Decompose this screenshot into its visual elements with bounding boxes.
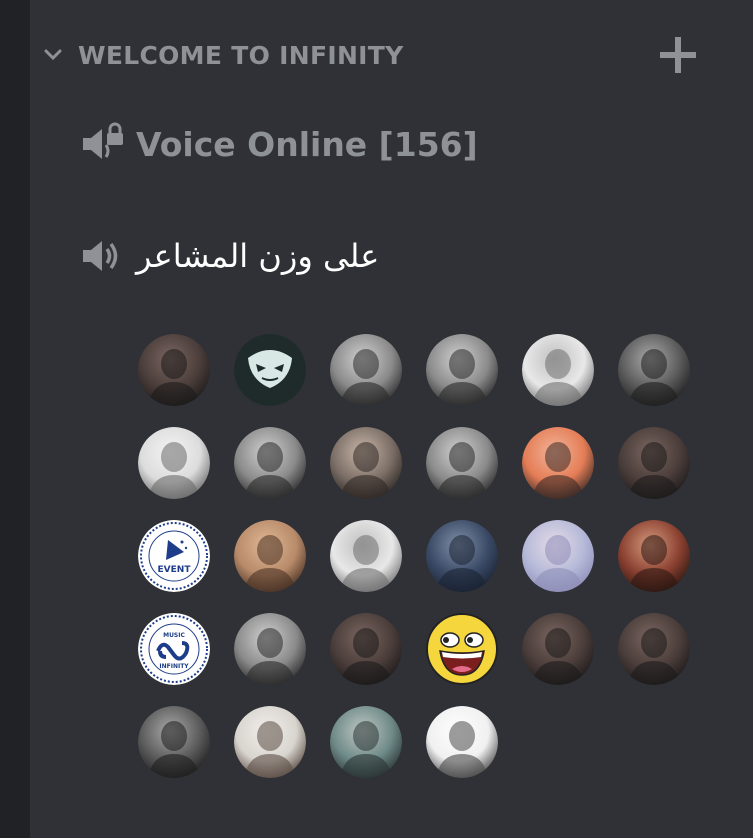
svg-text:EVENT: EVENT [158, 565, 192, 575]
category-header[interactable]: WELCOME TO INFINITY [42, 36, 702, 74]
member-avatar[interactable] [522, 427, 594, 499]
member-avatar[interactable] [234, 613, 306, 685]
member-avatar[interactable] [522, 334, 594, 406]
member-avatar[interactable] [522, 613, 594, 685]
category-name: WELCOME TO INFINITY [78, 40, 404, 70]
speaker-icon [80, 233, 126, 279]
member-avatar[interactable] [522, 520, 594, 592]
member-avatar[interactable]: EVENT [138, 520, 210, 592]
member-avatar[interactable] [330, 520, 402, 592]
member-avatar[interactable] [618, 334, 690, 406]
member-avatar[interactable] [330, 613, 402, 685]
member-avatar[interactable] [330, 334, 402, 406]
svg-text:INFINITY: INFINITY [159, 663, 189, 670]
member-avatar[interactable]: MUSIC INFINITY [138, 613, 210, 685]
member-avatar[interactable] [330, 706, 402, 778]
voice-channel-locked[interactable]: Voice Online [156] [80, 115, 478, 173]
svg-text:MUSIC: MUSIC [163, 632, 185, 639]
channel-name: Voice Online [156] [136, 124, 478, 164]
member-avatar[interactable] [234, 706, 306, 778]
add-channel-icon[interactable] [658, 35, 698, 75]
voice-channel[interactable]: على وزن المشاعر [80, 226, 379, 286]
member-avatar[interactable] [618, 427, 690, 499]
member-avatar[interactable] [426, 520, 498, 592]
member-avatar[interactable] [426, 334, 498, 406]
member-avatar[interactable] [618, 613, 690, 685]
member-avatar[interactable] [138, 427, 210, 499]
member-avatar[interactable] [234, 427, 306, 499]
speaker-lock-icon [80, 121, 126, 167]
member-avatar[interactable] [426, 706, 498, 778]
member-avatar[interactable] [618, 520, 690, 592]
member-avatar[interactable] [138, 334, 210, 406]
member-avatar[interactable] [426, 613, 498, 685]
server-list-strip [0, 0, 30, 838]
channel-name: على وزن المشاعر [136, 237, 380, 275]
member-avatar[interactable] [138, 706, 210, 778]
member-avatar[interactable] [234, 520, 306, 592]
member-avatar[interactable] [330, 427, 402, 499]
member-avatar[interactable] [426, 427, 498, 499]
member-avatar[interactable] [234, 334, 306, 406]
chevron-down-icon[interactable] [42, 44, 64, 66]
